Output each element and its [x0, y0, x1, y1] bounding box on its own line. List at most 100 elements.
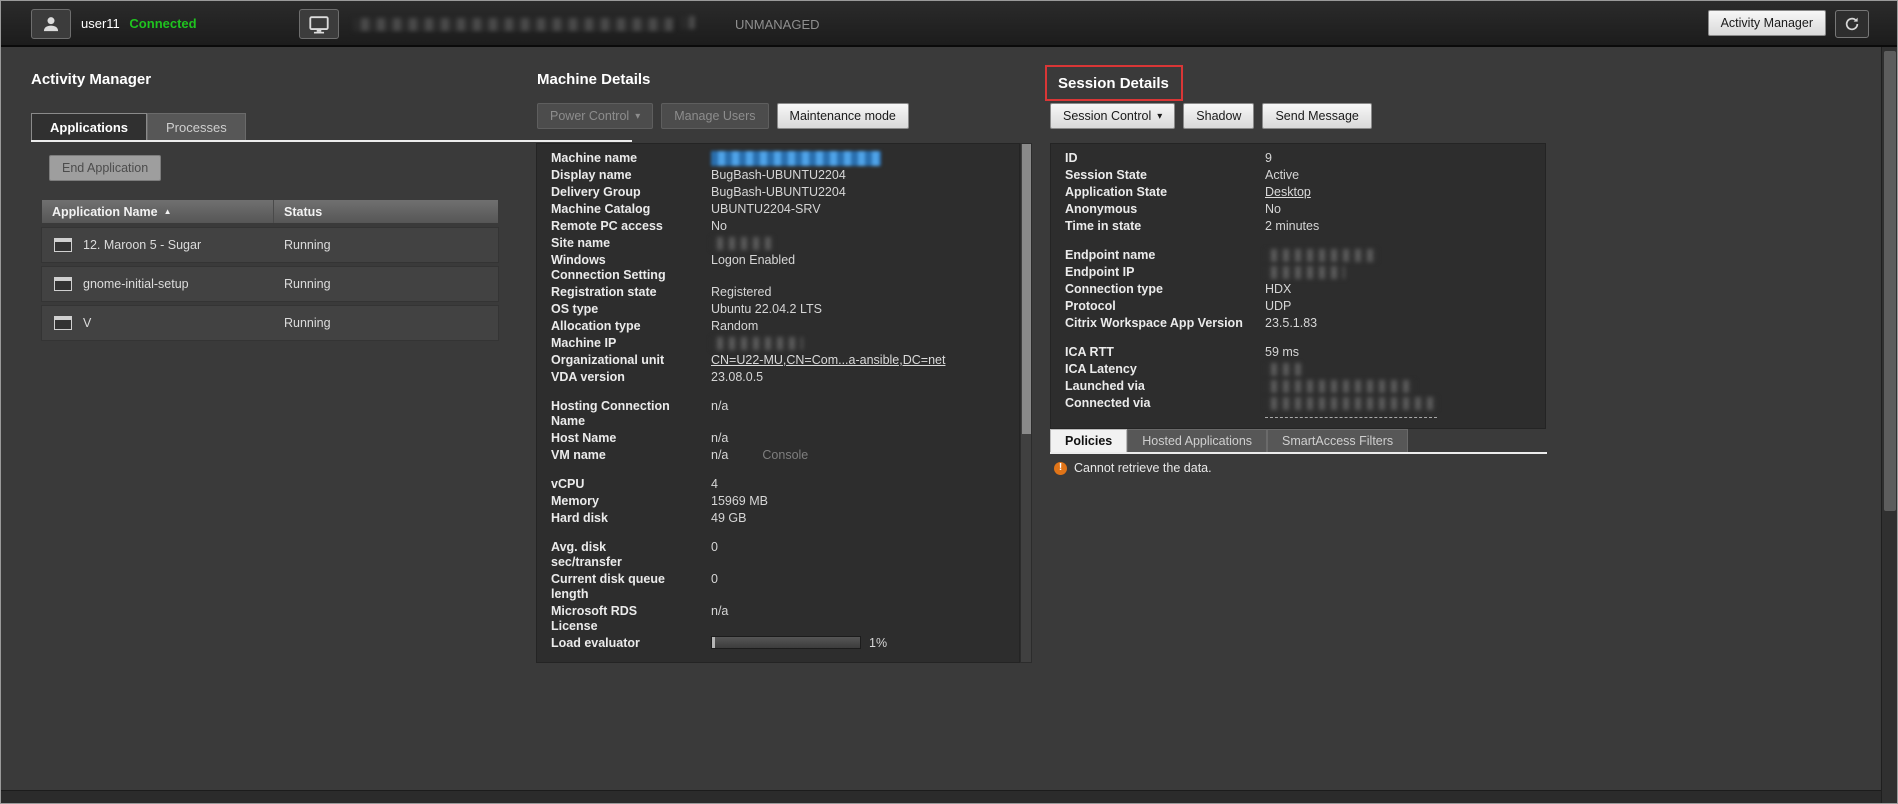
tab-hosted-applications[interactable]: Hosted Applications	[1127, 429, 1267, 452]
field-value: n/a	[711, 604, 1009, 634]
field-value: Registered	[711, 285, 1009, 300]
monitor-glyph	[308, 14, 330, 35]
application-name: V	[83, 316, 91, 330]
field-text: Active	[1265, 168, 1299, 183]
field-label: Machine name	[551, 151, 711, 166]
scrollbar-thumb[interactable]	[1884, 51, 1896, 511]
field-value	[711, 151, 1009, 166]
unmanaged-label: UNMANAGED	[735, 17, 820, 32]
detail-row-machine-ip: Machine IP	[551, 335, 1009, 352]
field-label: Machine IP	[551, 336, 711, 351]
detail-row-display-name: Display nameBugBash-UBUNTU2204	[551, 167, 1009, 184]
field-text: Logon Enabled	[711, 253, 795, 268]
field-value: 0	[711, 540, 1009, 570]
field-value: No	[1265, 202, 1535, 217]
button-label: Maintenance mode	[790, 109, 896, 123]
field-text: BugBash-UBUNTU2204	[711, 168, 846, 183]
field-label: Hosting Connection Name	[551, 399, 711, 429]
detail-row-machine-catalog: Machine CatalogUBUNTU2204-SRV	[551, 201, 1009, 218]
field-text: 15969 MB	[711, 494, 768, 509]
field-text: No	[711, 219, 727, 234]
session-control-button[interactable]: Session Control▾	[1050, 103, 1175, 129]
activity-manager-actions: End Application	[49, 155, 161, 181]
application-window-icon	[54, 316, 72, 330]
maintenance-mode-button[interactable]: Maintenance mode	[777, 103, 909, 129]
redacted-dotted-wrap	[1265, 396, 1437, 418]
detail-row-organizational-unit: Organizational unitCN=U22-MU,CN=Com...a-…	[551, 352, 1009, 369]
field-link[interactable]: CN=U22-MU,CN=Com...a-ansible,DC=net	[711, 353, 945, 368]
shadow-button[interactable]: Shadow	[1183, 103, 1254, 129]
activity-manager-button[interactable]: Activity Manager	[1708, 10, 1826, 36]
tab-policies[interactable]: Policies	[1050, 429, 1127, 452]
tab-smartaccess-filters[interactable]: SmartAccess Filters	[1267, 429, 1408, 452]
field-value	[1265, 379, 1535, 394]
field-value: Random	[711, 319, 1009, 334]
field-label: Connection type	[1065, 282, 1265, 297]
field-label: Session State	[1065, 168, 1265, 183]
scrollbar-thumb[interactable]	[1022, 144, 1031, 434]
redacted-value	[1265, 363, 1301, 376]
field-label: Connected via	[1065, 396, 1265, 418]
page-scrollbar[interactable]	[1881, 47, 1897, 803]
end-application-button: End Application	[49, 155, 161, 181]
field-label: Hard disk	[551, 511, 711, 526]
application-row[interactable]: 12. Maroon 5 - SugarRunning	[41, 227, 499, 263]
user-connection-status: user11 Connected	[81, 16, 197, 31]
field-text: n/a	[711, 431, 728, 446]
activity-manager-title: Activity Manager	[31, 71, 151, 88]
column-header-status[interactable]: Status	[274, 205, 498, 219]
detail-row-ica-latency: ICA Latency	[1065, 361, 1535, 378]
field-label: vCPU	[551, 477, 711, 492]
detail-row-session-state: Session StateActive	[1065, 167, 1535, 184]
field-text: n/a	[711, 604, 728, 619]
field-value: n/a	[711, 399, 1009, 429]
application-status: Running	[274, 238, 498, 252]
field-value: 23.5.1.83	[1265, 316, 1535, 331]
application-window-icon	[54, 238, 72, 252]
username: user11	[81, 16, 120, 31]
session-details-actions: Session Control▾ Shadow Send Message	[1050, 103, 1372, 129]
detail-row-current-disk-queue-length: Current disk queue length0	[551, 571, 1009, 603]
console-link[interactable]: Console	[762, 448, 808, 463]
field-value: 1%	[711, 636, 1009, 651]
warning-icon: !	[1054, 462, 1067, 475]
field-text: n/a	[711, 448, 728, 463]
field-value: UBUNTU2204-SRV	[711, 202, 1009, 217]
column-header-application-name[interactable]: Application Name▲	[42, 200, 274, 223]
detail-row-connected-via: Connected via	[1065, 395, 1535, 419]
field-label: Remote PC access	[551, 219, 711, 234]
detail-row-windows-connection-setting: Windows Connection SettingLogon Enabled	[551, 252, 1009, 284]
tab-processes[interactable]: Processes	[147, 113, 246, 141]
field-text: No	[1265, 202, 1281, 217]
field-link[interactable]: Desktop	[1265, 185, 1311, 200]
application-name-cell: V	[42, 316, 274, 330]
field-value	[711, 236, 1009, 251]
field-value: n/a Console	[711, 448, 1009, 463]
detail-row-remote-pc-access: Remote PC accessNo	[551, 218, 1009, 235]
field-value: Desktop	[1265, 185, 1535, 200]
application-row[interactable]: gnome-initial-setupRunning	[41, 266, 499, 302]
field-label: VDA version	[551, 370, 711, 385]
field-text: UBUNTU2204-SRV	[711, 202, 821, 217]
field-label: Registration state	[551, 285, 711, 300]
field-value	[1265, 396, 1535, 418]
field-label: Windows Connection Setting	[551, 253, 711, 283]
field-label: Anonymous	[1065, 202, 1265, 217]
detail-row-protocol: ProtocolUDP	[1065, 298, 1535, 315]
field-text: 0	[711, 572, 718, 587]
machine-details-scrollbar[interactable]	[1020, 143, 1032, 663]
field-label: ID	[1065, 151, 1265, 166]
load-evaluator-fill	[712, 637, 715, 648]
send-message-button[interactable]: Send Message	[1262, 103, 1371, 129]
refresh-icon[interactable]	[1835, 10, 1869, 38]
tab-applications[interactable]: Applications	[31, 113, 147, 141]
field-text: Ubuntu 22.04.2 LTS	[711, 302, 822, 317]
button-label: End Application	[62, 161, 148, 175]
detail-row-vm-name: VM namen/aConsole	[551, 447, 1009, 464]
detail-row-site-name: Site name	[551, 235, 1009, 252]
column-label: Application Name	[52, 205, 158, 219]
field-text: 49 GB	[711, 511, 746, 526]
detail-row-id: ID9	[1065, 150, 1535, 167]
detail-row-allocation-type: Allocation typeRandom	[551, 318, 1009, 335]
application-row[interactable]: VRunning	[41, 305, 499, 341]
